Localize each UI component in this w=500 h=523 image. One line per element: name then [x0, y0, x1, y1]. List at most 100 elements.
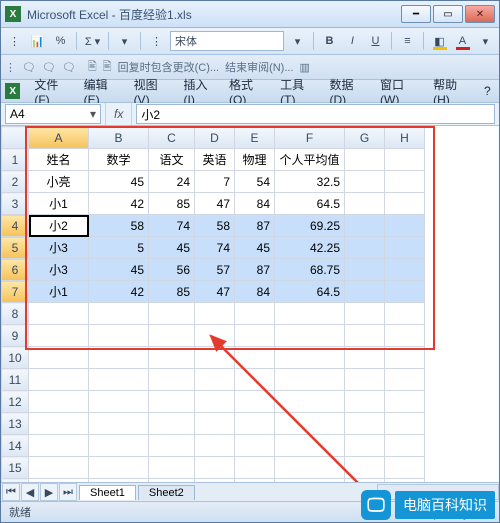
cell[interactable]: [385, 149, 425, 171]
cell[interactable]: 64.5: [275, 281, 345, 303]
tab-nav-first[interactable]: ⏮: [2, 483, 20, 501]
column-header[interactable]: E: [235, 127, 275, 149]
cell[interactable]: 58: [89, 215, 149, 237]
row-header[interactable]: 13: [2, 413, 29, 435]
row-header[interactable]: 11: [2, 369, 29, 391]
cell[interactable]: [385, 413, 425, 435]
cell[interactable]: 56: [149, 259, 195, 281]
cell[interactable]: [195, 347, 235, 369]
cell[interactable]: [385, 193, 425, 215]
cell[interactable]: [345, 237, 385, 259]
cell[interactable]: [275, 369, 345, 391]
cell[interactable]: 小亮: [29, 171, 89, 193]
cell[interactable]: 小1: [29, 193, 89, 215]
cell[interactable]: [195, 457, 235, 479]
cell[interactable]: [345, 435, 385, 457]
cell[interactable]: [29, 479, 89, 483]
underline-button[interactable]: U: [366, 31, 385, 51]
cell[interactable]: 小1: [29, 281, 89, 303]
row-header[interactable]: 6: [2, 259, 29, 281]
cell[interactable]: [195, 479, 235, 483]
row-header[interactable]: 1: [2, 149, 29, 171]
cell[interactable]: [385, 391, 425, 413]
cell[interactable]: [345, 171, 385, 193]
cell[interactable]: [275, 347, 345, 369]
fx-label[interactable]: fx: [105, 103, 132, 125]
cell[interactable]: [235, 391, 275, 413]
cell[interactable]: [275, 413, 345, 435]
cell[interactable]: [89, 457, 149, 479]
align-button[interactable]: ≡: [398, 31, 417, 51]
font-color-button[interactable]: A: [453, 31, 472, 51]
cell[interactable]: [235, 413, 275, 435]
column-header[interactable]: F: [275, 127, 345, 149]
cell[interactable]: 85: [149, 193, 195, 215]
cell[interactable]: [385, 303, 425, 325]
sheet-tab[interactable]: Sheet1: [79, 485, 136, 500]
fill-color-button[interactable]: ◧: [430, 31, 449, 51]
toolbar-icon[interactable]: 🗨: [22, 61, 36, 74]
cell[interactable]: [149, 303, 195, 325]
cell[interactable]: [345, 215, 385, 237]
cell[interactable]: [149, 435, 195, 457]
row-header[interactable]: 7: [2, 281, 29, 303]
cell[interactable]: 24: [149, 171, 195, 193]
cell[interactable]: [275, 325, 345, 347]
cell[interactable]: [29, 457, 89, 479]
cell[interactable]: [345, 479, 385, 483]
cell[interactable]: [149, 325, 195, 347]
cell[interactable]: [89, 369, 149, 391]
cell[interactable]: [235, 303, 275, 325]
cell[interactable]: [345, 413, 385, 435]
column-header[interactable]: D: [195, 127, 235, 149]
cell[interactable]: [235, 457, 275, 479]
select-all-corner[interactable]: [2, 127, 29, 149]
cell[interactable]: [235, 347, 275, 369]
cell[interactable]: 5: [89, 237, 149, 259]
cell[interactable]: [275, 303, 345, 325]
cell[interactable]: [235, 369, 275, 391]
cell[interactable]: [195, 325, 235, 347]
toolbar-icon[interactable]: 🗨: [62, 61, 76, 74]
cell[interactable]: 42: [89, 193, 149, 215]
cell[interactable]: 45: [149, 237, 195, 259]
row-header[interactable]: 9: [2, 325, 29, 347]
autosum-icon[interactable]: Σ ▾: [83, 31, 102, 51]
cell[interactable]: [385, 215, 425, 237]
cell[interactable]: [29, 413, 89, 435]
cell[interactable]: [275, 435, 345, 457]
cell[interactable]: [89, 413, 149, 435]
help-icon[interactable]: ?: [480, 83, 495, 99]
cell[interactable]: [149, 457, 195, 479]
cell[interactable]: [149, 479, 195, 483]
cell[interactable]: 84: [235, 281, 275, 303]
column-header[interactable]: A: [29, 127, 89, 149]
cell[interactable]: [385, 347, 425, 369]
cell[interactable]: [345, 281, 385, 303]
more-icon[interactable]: ▾: [476, 31, 495, 51]
cell[interactable]: 69.25: [275, 215, 345, 237]
cell[interactable]: [275, 457, 345, 479]
cell[interactable]: 42: [89, 281, 149, 303]
cell[interactable]: 64.5: [275, 193, 345, 215]
cell[interactable]: [149, 413, 195, 435]
maximize-button[interactable]: ▭: [433, 5, 463, 23]
cell[interactable]: 45: [89, 171, 149, 193]
cell[interactable]: [29, 435, 89, 457]
formula-input[interactable]: 小2: [136, 104, 495, 124]
cell[interactable]: [89, 479, 149, 483]
cell[interactable]: [89, 303, 149, 325]
cell[interactable]: [29, 325, 89, 347]
cell[interactable]: [385, 325, 425, 347]
italic-button[interactable]: I: [343, 31, 362, 51]
cell[interactable]: [235, 325, 275, 347]
cell[interactable]: [149, 347, 195, 369]
column-header[interactable]: C: [149, 127, 195, 149]
cell[interactable]: [385, 457, 425, 479]
tab-nav-prev[interactable]: ◀: [21, 483, 39, 501]
cell[interactable]: [275, 479, 345, 483]
cell[interactable]: [149, 369, 195, 391]
cell[interactable]: [385, 479, 425, 483]
cell[interactable]: 英语: [195, 149, 235, 171]
cell[interactable]: [385, 281, 425, 303]
